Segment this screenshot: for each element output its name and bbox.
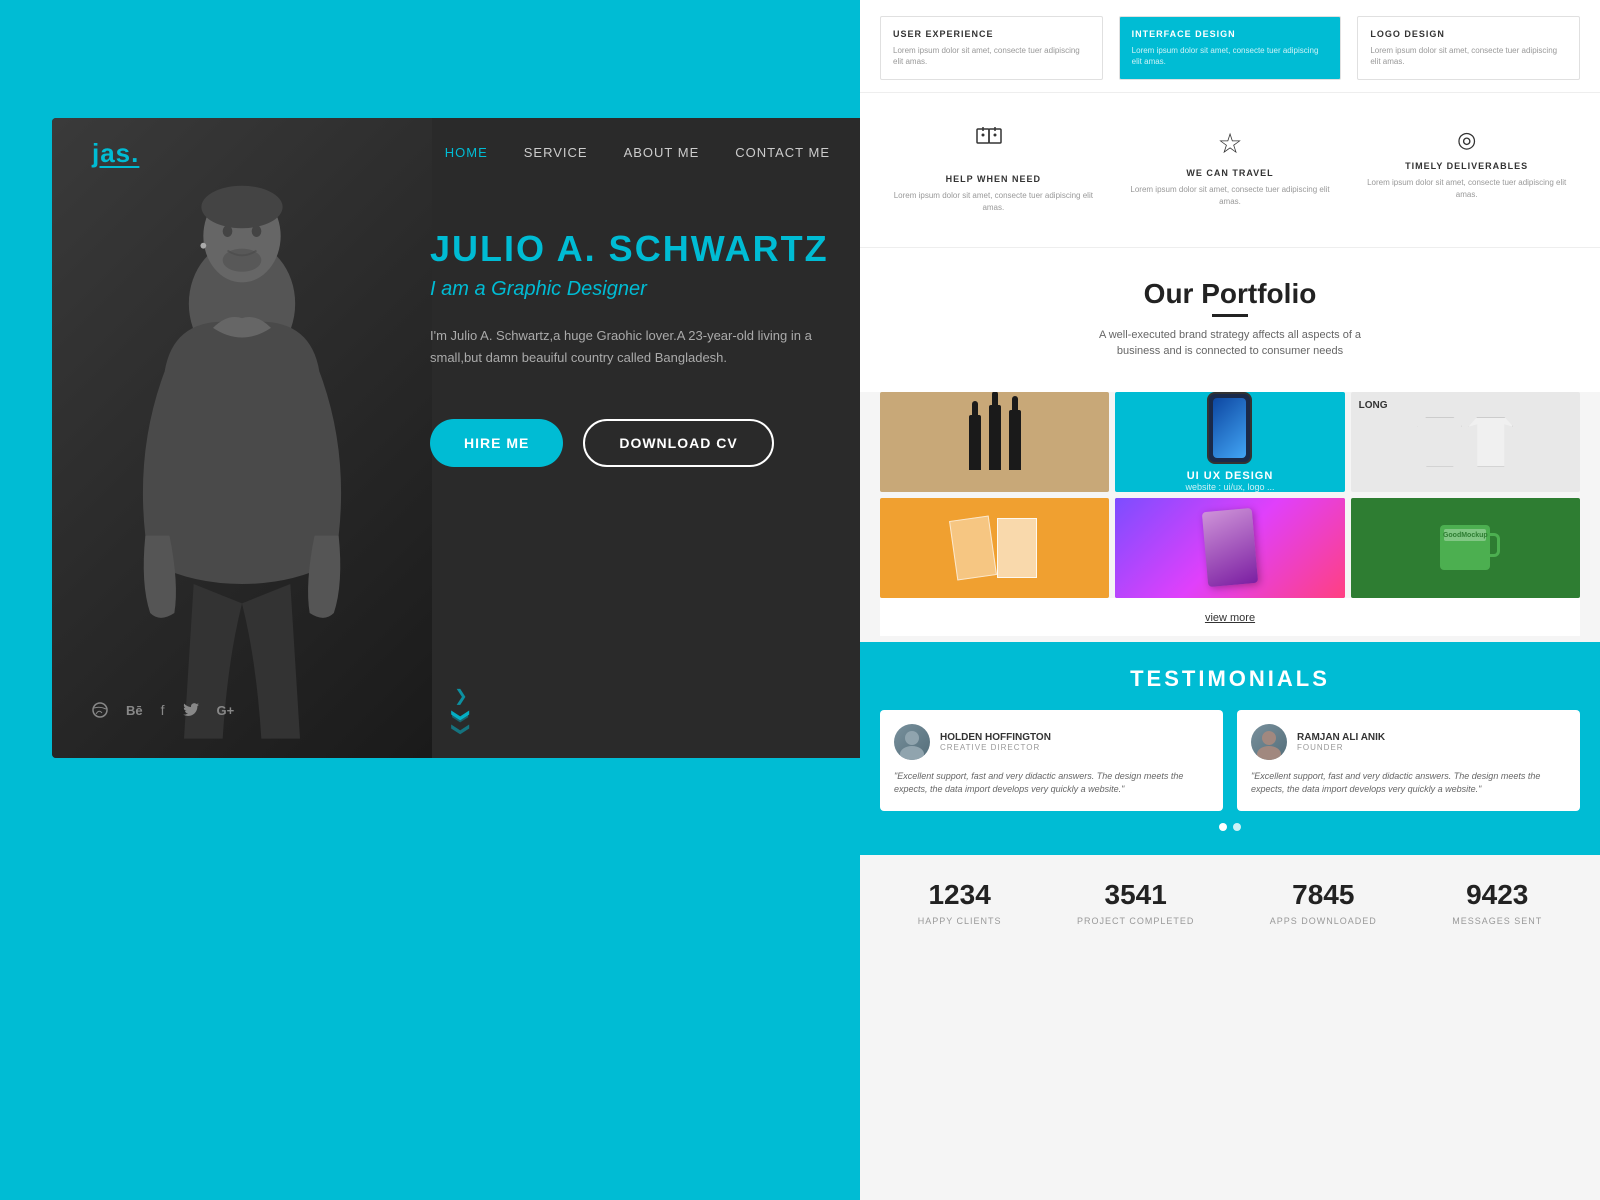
services-icons-row: HELP WHEN NEED Lorem ipsum dolor sit ame… xyxy=(860,93,1600,247)
service-help-desc: Lorem ipsum dolor sit amet, consecte tue… xyxy=(890,190,1097,212)
right-panel: USER EXPERIENCE Lorem ipsum dolor sit am… xyxy=(860,0,1600,1200)
hero-name: JULIO A. SCHWARTZ xyxy=(430,228,830,270)
gradient-visual xyxy=(1115,498,1344,598)
download-cv-button[interactable]: DOWNLOAD CV xyxy=(583,419,773,467)
stat-messages: 9423 MESSAGES SENT xyxy=(1452,879,1542,929)
service-card-logo: LOGO DESIGN Lorem ipsum dolor sit amet, … xyxy=(1357,16,1580,80)
portfolio-title: Our Portfolio xyxy=(880,278,1580,310)
testimonials-row: HOLDEN HOFFINGTON CREATIVE DIRECTOR "Exc… xyxy=(880,710,1580,811)
behance-icon[interactable]: Bē xyxy=(126,703,143,718)
service-timely: ◎ TIMELY DELIVERABLES Lorem ipsum dolor … xyxy=(1353,117,1580,222)
uiux-sublabel: website : ui/ux, logo ... xyxy=(1185,482,1274,492)
view-more-section: view more xyxy=(880,598,1580,636)
stats-section: 1234 HAPPY CLIENTS 3541 PROJECT COMPLETE… xyxy=(860,855,1600,953)
service-travel-title: WE CAN TRAVEL xyxy=(1127,168,1334,178)
view-more-link[interactable]: view more xyxy=(1205,612,1255,624)
hero-buttons: HIRE ME DOWNLOAD CV xyxy=(430,419,830,467)
service-help-title: HELP WHEN NEED xyxy=(890,174,1097,184)
testimonial-name-1: HOLDEN HOFFINGTON xyxy=(940,732,1051,743)
stat-messages-number: 9423 xyxy=(1452,879,1542,911)
services-strip: USER EXPERIENCE Lorem ipsum dolor sit am… xyxy=(860,0,1600,93)
dot-1[interactable] xyxy=(1219,823,1227,831)
hero-image xyxy=(52,118,432,758)
nav-item-service[interactable]: SERVICE xyxy=(524,144,588,162)
mug-visual: GoodMockup xyxy=(1440,525,1490,570)
nav-item-contact[interactable]: CONTACT ME xyxy=(735,144,830,162)
service-title-logo: LOGO DESIGN xyxy=(1370,29,1567,39)
facebook-icon[interactable]: f xyxy=(161,702,165,718)
service-desc-logo: Lorem ipsum dolor sit amet, consecte tue… xyxy=(1370,45,1567,67)
testimonial-text-2: "Excellent support, fast and very didact… xyxy=(1251,770,1566,797)
help-icon xyxy=(890,127,1097,166)
stat-clients: 1234 HAPPY CLIENTS xyxy=(918,879,1002,929)
portfolio-section: Our Portfolio A well-executed brand stra… xyxy=(860,248,1600,392)
portfolio-title-underline xyxy=(1212,314,1248,317)
testimonial-avatar-1 xyxy=(894,724,930,760)
portfolio-item-uiux[interactable]: UI UX DESIGN website : ui/ux, logo ... xyxy=(1115,392,1344,492)
portfolio-item-brochure[interactable] xyxy=(880,498,1109,598)
testimonial-text-1: "Excellent support, fast and very didact… xyxy=(894,770,1209,797)
portfolio-description: A well-executed brand strategy affects a… xyxy=(1090,327,1370,360)
service-timely-title: TIMELY DELIVERABLES xyxy=(1363,161,1570,171)
service-title-interface: INTERFACE DESIGN xyxy=(1132,29,1329,39)
page-wrapper: jas. HOME SERVICE ABOUT ME CONTACT ME xyxy=(0,0,1600,1200)
hero-content: JULIO A. SCHWARTZ I am a Graphic Designe… xyxy=(430,228,830,527)
testimonials-section: TESTIMONIALS HOLDE xyxy=(860,642,1600,855)
service-timely-desc: Lorem ipsum dolor sit amet, consecte tue… xyxy=(1363,177,1570,199)
hire-me-button[interactable]: HIRE ME xyxy=(430,419,563,467)
service-card-ux: USER EXPERIENCE Lorem ipsum dolor sit am… xyxy=(880,16,1103,80)
social-icons: Bē f G+ xyxy=(92,702,234,718)
shirt-label: LONG xyxy=(1359,400,1388,411)
portfolio-grid: UI UX DESIGN website : ui/ux, logo ... L… xyxy=(880,392,1580,598)
stat-projects-label: PROJECT COMPLETED xyxy=(1077,916,1194,926)
stat-projects-number: 3541 xyxy=(1077,879,1194,911)
service-title-ux: USER EXPERIENCE xyxy=(893,29,1090,39)
service-travel: ☆ WE CAN TRAVEL Lorem ipsum dolor sit am… xyxy=(1117,117,1344,222)
navigation: jas. HOME SERVICE ABOUT ME CONTACT ME xyxy=(52,118,870,188)
portfolio-item-mug[interactable]: GoodMockup xyxy=(1351,498,1580,598)
phone-visual xyxy=(1207,392,1252,464)
stat-apps: 7845 APPS DOWNLOADED xyxy=(1270,879,1377,929)
testimonial-role-1: CREATIVE DIRECTOR xyxy=(940,743,1051,752)
service-help: HELP WHEN NEED Lorem ipsum dolor sit ame… xyxy=(880,117,1107,222)
testimonial-card-1: HOLDEN HOFFINGTON CREATIVE DIRECTOR "Exc… xyxy=(880,710,1223,811)
testimonial-header-2: RAMJAN ALI ANIK FOUNDER xyxy=(1251,724,1566,760)
bottles-visual xyxy=(965,405,1025,478)
stat-apps-number: 7845 xyxy=(1270,879,1377,911)
timely-icon: ◎ xyxy=(1363,127,1570,153)
uiux-label: UI UX DESIGN xyxy=(1185,470,1274,482)
testimonial-role-2: FOUNDER xyxy=(1297,743,1385,752)
hero-description: I'm Julio A. Schwartz,a huge Graohic lov… xyxy=(430,325,830,369)
dot-2[interactable] xyxy=(1233,823,1241,831)
scroll-down-icon[interactable]: ❯ ❯ xyxy=(453,709,468,736)
testimonial-header-1: HOLDEN HOFFINGTON CREATIVE DIRECTOR xyxy=(894,724,1209,760)
twitter-icon[interactable] xyxy=(183,703,199,717)
portfolio-item-gradient[interactable] xyxy=(1115,498,1344,598)
stat-projects: 3541 PROJECT COMPLETED xyxy=(1077,879,1194,929)
travel-icon: ☆ xyxy=(1127,127,1334,160)
googleplus-icon[interactable]: G+ xyxy=(217,703,235,718)
stat-clients-label: HAPPY CLIENTS xyxy=(918,916,1002,926)
portfolio-item-shirts[interactable]: LONG xyxy=(1351,392,1580,492)
service-desc-ux: Lorem ipsum dolor sit amet, consecte tue… xyxy=(893,45,1090,67)
nav-item-home[interactable]: HOME xyxy=(445,144,488,162)
hero-panel: jas. HOME SERVICE ABOUT ME CONTACT ME xyxy=(52,118,870,758)
dribbble-icon[interactable] xyxy=(92,702,108,718)
service-desc-interface: Lorem ipsum dolor sit amet, consecte tue… xyxy=(1132,45,1329,67)
testimonial-name-2: RAMJAN ALI ANIK xyxy=(1297,732,1385,743)
hero-subtitle: I am a Graphic Designer xyxy=(430,278,830,301)
testimonial-avatar-2 xyxy=(1251,724,1287,760)
portfolio-item-bottles[interactable] xyxy=(880,392,1109,492)
service-travel-desc: Lorem ipsum dolor sit amet, consecte tue… xyxy=(1127,184,1334,206)
testimonial-pagination xyxy=(880,823,1580,831)
nav-item-about[interactable]: ABOUT ME xyxy=(624,144,700,162)
testimonial-card-2: RAMJAN ALI ANIK FOUNDER "Excellent suppo… xyxy=(1237,710,1580,811)
stat-clients-number: 1234 xyxy=(918,879,1002,911)
service-card-interface: INTERFACE DESIGN Lorem ipsum dolor sit a… xyxy=(1119,16,1342,80)
stat-apps-label: APPS DOWNLOADED xyxy=(1270,916,1377,926)
stat-messages-label: MESSAGES SENT xyxy=(1452,916,1542,926)
testimonials-title: TESTIMONIALS xyxy=(880,666,1580,692)
logo: jas. xyxy=(92,138,139,169)
